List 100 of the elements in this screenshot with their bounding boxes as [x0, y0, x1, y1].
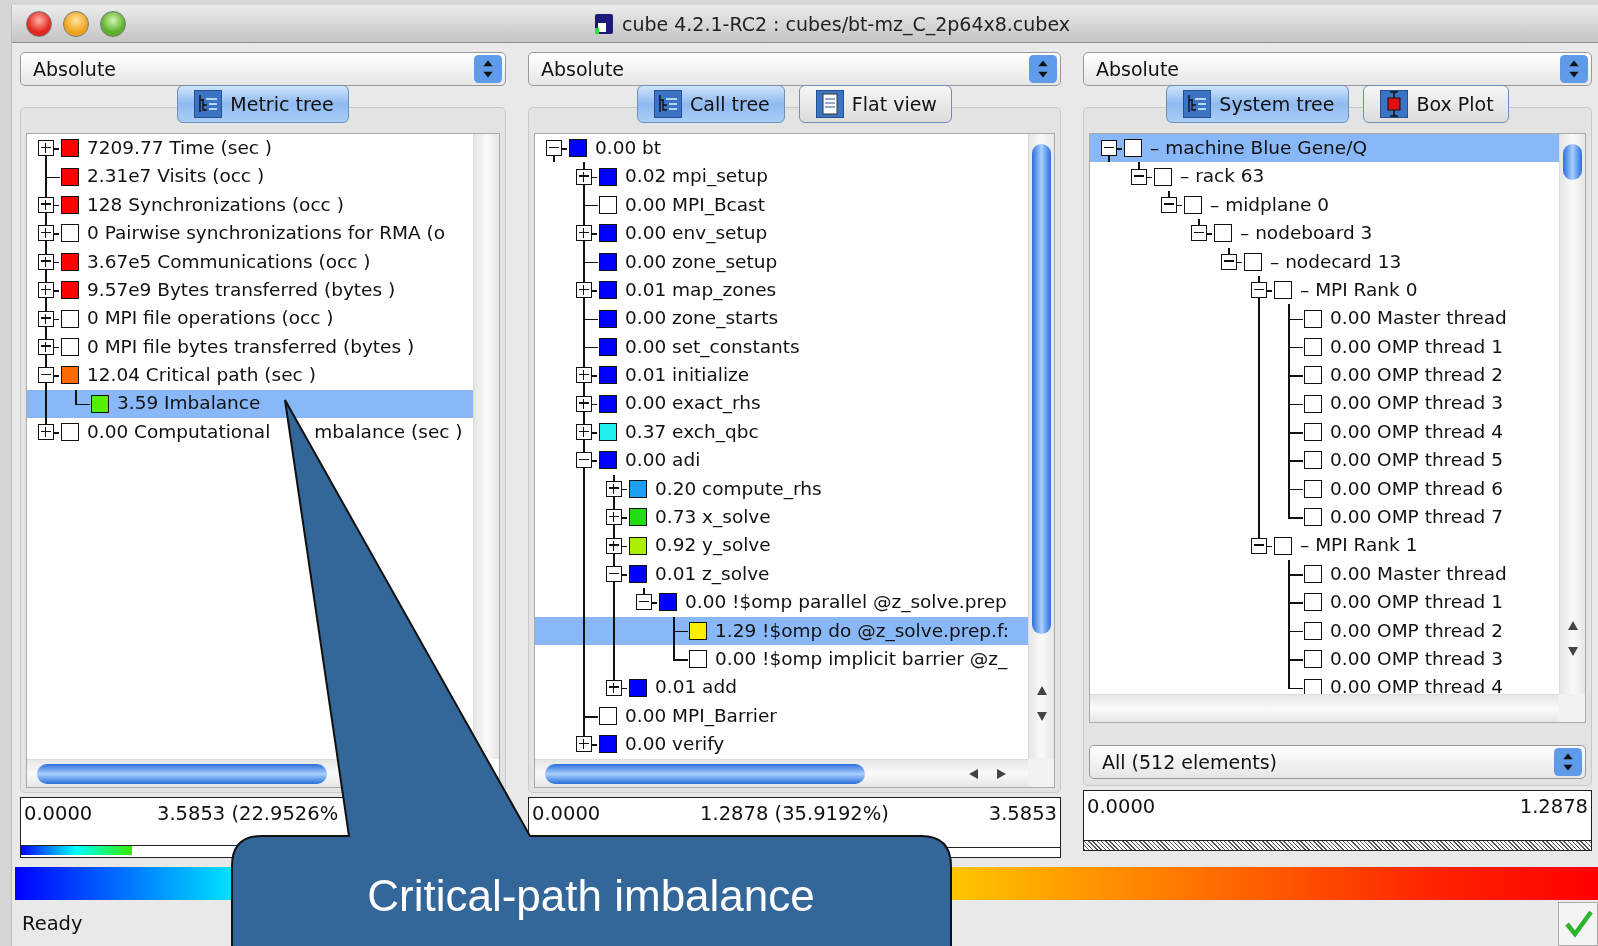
- scroll-thumb[interactable]: [1563, 144, 1582, 180]
- view-tab[interactable]: Call tree: [637, 85, 785, 123]
- check-icon[interactable]: [1558, 902, 1598, 946]
- tree-item[interactable]: 2.31e7 Visits (occ ): [27, 162, 473, 191]
- tree-item[interactable]: 1.29 !$omp do @z_solve.prep.f:: [535, 616, 1028, 646]
- tree-item[interactable]: 0.00 OMP thread 4: [1090, 417, 1559, 447]
- expand-toggle[interactable]: [576, 395, 592, 412]
- tree-item[interactable]: – MPI Rank 0: [1090, 275, 1559, 305]
- scroll-thumb[interactable]: [37, 764, 327, 784]
- tree-item[interactable]: 0.00 !$omp implicit barrier @z_: [535, 645, 1028, 674]
- expand-toggle[interactable]: [606, 509, 622, 526]
- expand-toggle[interactable]: [576, 452, 592, 469]
- expand-toggle[interactable]: [1251, 537, 1267, 554]
- tree-item[interactable]: 0.00 adi: [535, 446, 1028, 475]
- mode-dropdown[interactable]: Absolute: [528, 52, 1061, 86]
- tree-item[interactable]: 0.00 OMP thread 3: [1090, 645, 1559, 674]
- tree-item[interactable]: 0.00 OMP thread 6: [1090, 474, 1559, 504]
- tree-item[interactable]: 3.59 Imbalance: [27, 389, 473, 418]
- tree-item[interactable]: 7209.77 Time (sec ): [27, 134, 473, 163]
- tree-item[interactable]: 0.20 compute_rhs: [535, 474, 1028, 504]
- mode-dropdown[interactable]: Absolute: [20, 52, 506, 86]
- close-button[interactable]: [26, 10, 52, 37]
- horizontal-scrollbar[interactable]: [1090, 694, 1559, 722]
- tree-item[interactable]: 0.00 !$omp parallel @z_solve.prep: [535, 588, 1028, 617]
- scroll-up-icon[interactable]: [1568, 621, 1578, 630]
- tree-item[interactable]: 0.01 initialize: [535, 361, 1028, 390]
- minimize-button[interactable]: [63, 10, 89, 37]
- expand-toggle[interactable]: [38, 338, 54, 355]
- tree-item[interactable]: 0 Pairwise synchronizations for RMA (o: [27, 219, 473, 248]
- vertical-scrollbar[interactable]: [1028, 134, 1054, 759]
- tree-item[interactable]: 0.02 mpi_setup: [535, 162, 1028, 191]
- expand-toggle[interactable]: [606, 537, 622, 554]
- tree-item[interactable]: 3.67e5 Communications (occ ): [27, 247, 473, 276]
- tree-item[interactable]: 0.00 MPI_Barrier: [535, 701, 1028, 731]
- tree-item[interactable]: 0.73 x_solve: [535, 503, 1028, 532]
- filter-dropdown[interactable]: All (512 elements): [1089, 745, 1586, 779]
- expand-toggle[interactable]: [1131, 168, 1147, 185]
- tree-item[interactable]: 0.37 exch_qbc: [535, 417, 1028, 447]
- scroll-down-icon[interactable]: [1568, 647, 1578, 656]
- expand-toggle[interactable]: [576, 282, 592, 299]
- tree-item[interactable]: 0.00 OMP thread 2: [1090, 616, 1559, 646]
- expand-toggle[interactable]: [38, 367, 54, 384]
- expand-toggle[interactable]: [1101, 140, 1117, 157]
- tree-item[interactable]: – midplane 0: [1090, 190, 1559, 220]
- expand-toggle[interactable]: [1191, 225, 1207, 242]
- expand-toggle[interactable]: [38, 282, 54, 299]
- mode-dropdown[interactable]: Absolute: [1083, 52, 1592, 86]
- tree-item[interactable]: 0.00 OMP thread 1: [1090, 332, 1559, 362]
- tree-item[interactable]: 0 MPI file bytes transferred (bytes ): [27, 332, 473, 362]
- scroll-up-icon[interactable]: [1037, 686, 1047, 695]
- tree-item[interactable]: – rack 63: [1090, 162, 1559, 191]
- tree-item[interactable]: 0.00 OMP thread 2: [1090, 361, 1559, 390]
- tree-item[interactable]: 0.00 OMP thread 3: [1090, 389, 1559, 418]
- expand-toggle[interactable]: [576, 424, 592, 441]
- tree-item[interactable]: 0.92 y_solve: [535, 531, 1028, 560]
- expand-toggle[interactable]: [38, 253, 54, 270]
- tree-item[interactable]: 0.01 z_solve: [535, 559, 1028, 589]
- tree-item[interactable]: 9.57e9 Bytes transferred (bytes ): [27, 275, 473, 305]
- view-tab[interactable]: Metric tree: [177, 85, 349, 123]
- tree-item[interactable]: 0.00 env_setup: [535, 219, 1028, 248]
- vertical-scrollbar[interactable]: [473, 134, 499, 759]
- expand-toggle[interactable]: [606, 480, 622, 497]
- tree-item[interactable]: 0.01 map_zones: [535, 275, 1028, 305]
- tree-item[interactable]: – nodeboard 3: [1090, 219, 1559, 248]
- expand-toggle[interactable]: [1161, 196, 1177, 213]
- tree-item[interactable]: – nodecard 13: [1090, 247, 1559, 276]
- expand-toggle[interactable]: [38, 225, 54, 242]
- scroll-left-icon[interactable]: [969, 769, 978, 779]
- expand-toggle[interactable]: [636, 594, 652, 611]
- tree-item[interactable]: 0.00 OMP thread 7: [1090, 503, 1559, 532]
- expand-toggle[interactable]: [38, 140, 54, 157]
- horizontal-scrollbar[interactable]: [535, 759, 1028, 787]
- zoom-button[interactable]: [100, 10, 126, 37]
- tree-item[interactable]: – MPI Rank 1: [1090, 531, 1559, 560]
- tree-item[interactable]: 0 MPI file operations (occ ): [27, 304, 473, 333]
- tree-item[interactable]: 0.00 Computational mbalance (sec ): [27, 417, 473, 447]
- tree-item[interactable]: – machine Blue Gene/Q: [1090, 134, 1559, 163]
- view-tab[interactable]: Box Plot: [1363, 85, 1509, 123]
- tree-item[interactable]: 0.00 set_constants: [535, 332, 1028, 362]
- tree-item[interactable]: 0.00 Master thread: [1090, 304, 1559, 333]
- expand-toggle[interactable]: [1251, 282, 1267, 299]
- view-tab[interactable]: System tree: [1166, 85, 1350, 123]
- expand-toggle[interactable]: [606, 566, 622, 583]
- tree-item[interactable]: 0.00 OMP thread 1: [1090, 588, 1559, 617]
- tree-item[interactable]: 0.00 OMP thread 4: [1090, 673, 1559, 694]
- view-tab[interactable]: Flat view: [798, 85, 952, 123]
- tree-item[interactable]: 0.00 OMP thread 5: [1090, 446, 1559, 475]
- expand-toggle[interactable]: [38, 310, 54, 327]
- tree-item[interactable]: 0.00 zone_starts: [535, 304, 1028, 333]
- tree-item[interactable]: 0.00 MPI_Bcast: [535, 190, 1028, 220]
- expand-toggle[interactable]: [576, 736, 592, 753]
- expand-toggle[interactable]: [606, 679, 622, 696]
- expand-toggle[interactable]: [1221, 253, 1237, 270]
- tree-item[interactable]: 0.00 exact_rhs: [535, 389, 1028, 418]
- expand-toggle[interactable]: [38, 196, 54, 213]
- scroll-down-icon[interactable]: [1037, 712, 1047, 721]
- tree-item[interactable]: 0.00 zone_setup: [535, 247, 1028, 276]
- tree-item[interactable]: 12.04 Critical path (sec ): [27, 361, 473, 390]
- tree-item[interactable]: 0.00 bt: [535, 134, 1028, 163]
- tree-item[interactable]: 0.01 add: [535, 673, 1028, 702]
